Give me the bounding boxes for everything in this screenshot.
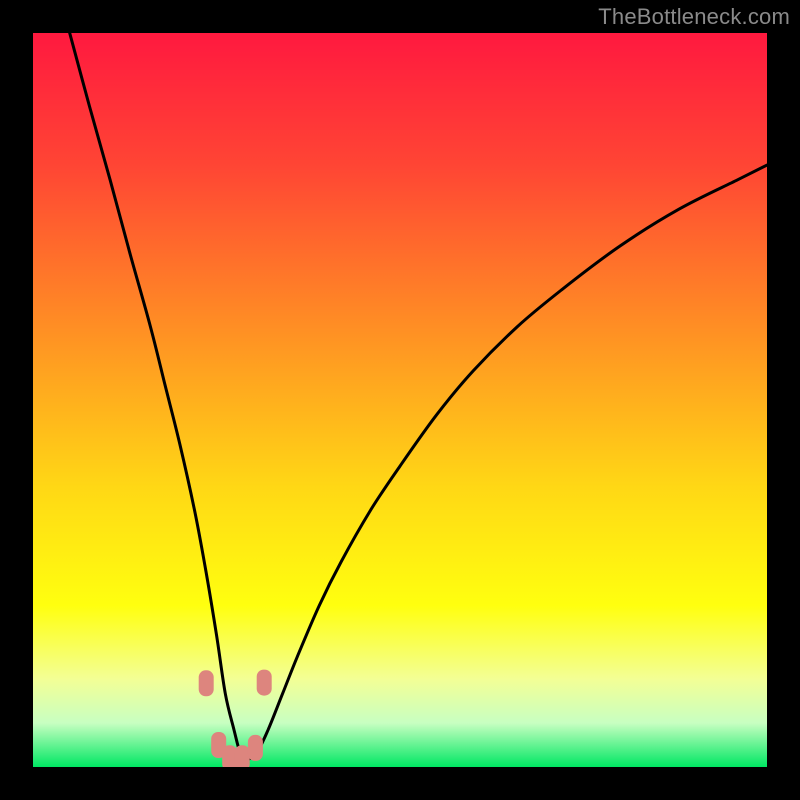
- curve-layer: [33, 33, 767, 767]
- plot-area: [33, 33, 767, 767]
- curve-marker: [257, 670, 272, 696]
- curve-marker: [248, 735, 263, 761]
- chart-frame: TheBottleneck.com: [0, 0, 800, 800]
- watermark-text: TheBottleneck.com: [598, 4, 790, 30]
- bottleneck-curve: [70, 33, 767, 760]
- curve-marker: [199, 670, 214, 696]
- curve-marker: [235, 745, 250, 767]
- curve-markers: [199, 670, 272, 767]
